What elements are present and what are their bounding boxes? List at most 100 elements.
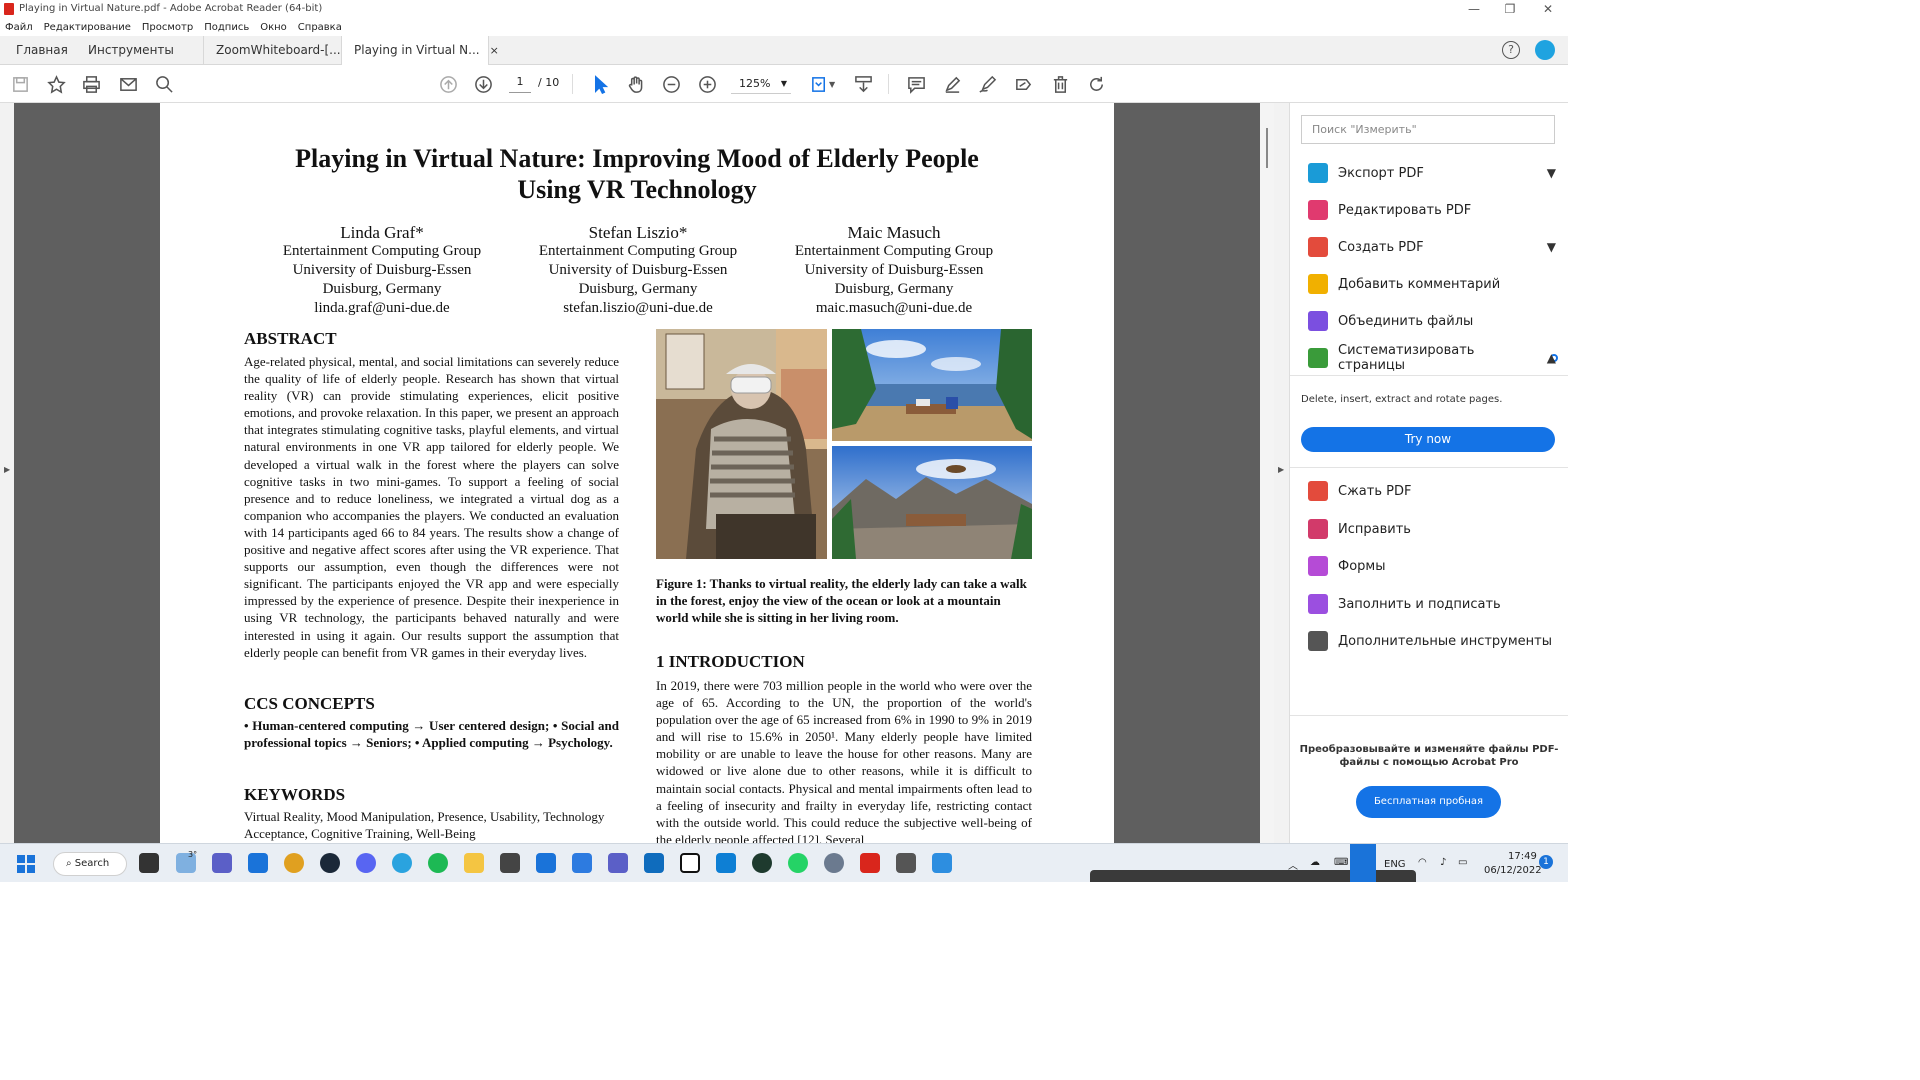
tools-search-input[interactable]: Поиск "Измерить" — [1301, 115, 1555, 144]
more-tools-item[interactable]: Дополнительные инструменты — [1308, 626, 1558, 656]
chevron-up-icon[interactable]: ▲ — [1547, 351, 1556, 365]
volume-icon[interactable]: ♪ — [1440, 857, 1446, 868]
author-email[interactable]: linda.graf@uni-due.de — [252, 299, 512, 318]
tab-playing-in-virtual-nature[interactable]: Playing in Virtual N... × — [341, 36, 499, 66]
language-indicator[interactable]: ENG — [1384, 859, 1406, 870]
microphone-icon[interactable] — [1350, 844, 1376, 882]
acrobat-taskbar-icon[interactable] — [860, 853, 880, 873]
tab-home[interactable]: Главная — [4, 36, 80, 65]
account-avatar[interactable] — [1535, 40, 1555, 60]
try-now-button[interactable]: Try now — [1301, 427, 1555, 452]
keywords-heading: KEYWORDS — [244, 785, 346, 804]
add-comment-item[interactable]: Добавить комментарий — [1308, 269, 1558, 299]
tab-zoomwhiteboard[interactable]: ZoomWhiteboard-[... — [203, 36, 341, 65]
spotify-icon[interactable] — [428, 853, 448, 873]
settings-gear-icon[interactable] — [824, 853, 844, 873]
chevron-down-icon[interactable]: ▼ — [1547, 166, 1556, 180]
highlight-pen-icon[interactable] — [941, 73, 963, 95]
forms-item[interactable]: Формы — [1308, 551, 1558, 581]
rotate-icon[interactable] — [1085, 73, 1107, 95]
notification-badge[interactable]: 1 — [1539, 855, 1553, 869]
fit-page-icon[interactable] — [808, 73, 830, 95]
windows-start-icon[interactable] — [17, 855, 35, 873]
keyboard-icon[interactable]: ⌨ — [1334, 857, 1348, 868]
fill-and-sign-item[interactable]: Заполнить и подписать — [1308, 589, 1558, 619]
app-icon[interactable] — [248, 853, 268, 873]
fit-dropdown-icon[interactable]: ▼ — [829, 80, 835, 89]
close-window-button[interactable]: ✕ — [1530, 0, 1566, 18]
save-icon[interactable] — [9, 73, 31, 95]
zoom-in-icon[interactable] — [696, 73, 718, 95]
file-explorer-icon[interactable] — [464, 853, 484, 873]
tray-app-icon[interactable]: ☁ — [1310, 857, 1320, 868]
print-icon[interactable] — [80, 73, 102, 95]
scrollbar-thumb[interactable] — [1266, 128, 1268, 168]
unity-hub-icon[interactable] — [896, 853, 916, 873]
discord-icon[interactable] — [356, 853, 376, 873]
menu-file[interactable]: Файл — [5, 22, 33, 33]
maximize-button[interactable]: ❐ — [1492, 0, 1528, 18]
author-email[interactable]: stefan.liszio@uni-due.de — [508, 299, 768, 318]
wifi-icon[interactable]: ◠ — [1418, 857, 1427, 868]
chrome-icon[interactable] — [284, 853, 304, 873]
menu-view[interactable]: Просмотр — [142, 22, 193, 33]
chat-icon[interactable] — [212, 853, 232, 873]
email-icon[interactable] — [117, 73, 139, 95]
task-view-icon[interactable] — [139, 853, 159, 873]
vertical-scrollbar[interactable] — [1260, 103, 1274, 843]
comment-icon[interactable] — [905, 73, 927, 95]
prev-page-icon[interactable] — [437, 73, 459, 95]
search-icon[interactable] — [153, 73, 175, 95]
taskbar-search[interactable]: ⌕ Search — [53, 852, 127, 876]
left-pane-toggle[interactable]: ▶ — [0, 103, 14, 843]
edit-pdf-icon — [1308, 200, 1328, 220]
create-pdf-item[interactable]: Создать PDF — [1308, 232, 1558, 262]
compress-pdf-item[interactable]: Сжать PDF — [1308, 476, 1558, 506]
menu-sign[interactable]: Подпись — [204, 22, 249, 33]
chevron-up-icon[interactable]: ︿ — [1288, 857, 1298, 872]
calendar-app-icon[interactable] — [536, 853, 556, 873]
telegram-icon[interactable] — [392, 853, 412, 873]
notion-icon[interactable] — [680, 853, 700, 873]
hand-tool-icon[interactable] — [624, 73, 646, 95]
todo-icon[interactable] — [572, 853, 592, 873]
page-number-input[interactable]: 1 — [509, 75, 531, 93]
unity-icon[interactable] — [500, 853, 520, 873]
chevron-down-icon[interactable]: ▼ — [1547, 240, 1556, 254]
right-pane-toggle[interactable]: ▶ — [1274, 103, 1290, 843]
scroll-mode-icon[interactable] — [852, 73, 874, 95]
tab-close-icon[interactable]: × — [490, 44, 499, 57]
menu-edit[interactable]: Редактирование — [44, 22, 131, 33]
bookmark-star-icon[interactable] — [45, 73, 67, 95]
whatsapp-icon[interactable] — [788, 853, 808, 873]
menu-window[interactable]: Окно — [260, 22, 287, 33]
free-trial-button[interactable]: Бесплатная пробная версия — [1356, 786, 1501, 839]
menu-help[interactable]: Справка — [298, 22, 342, 33]
photos-icon[interactable] — [932, 853, 952, 873]
export-pdf-item[interactable]: Экспорт PDF — [1308, 158, 1558, 188]
fix-item[interactable]: Исправить — [1308, 514, 1558, 544]
acrobat-logo-icon — [4, 3, 14, 15]
minimize-button[interactable]: — — [1456, 0, 1492, 18]
author-email[interactable]: maic.masuch@uni-due.de — [764, 299, 1024, 318]
gitkraken-icon[interactable] — [752, 853, 772, 873]
steam-icon[interactable] — [320, 853, 340, 873]
zoom-select[interactable]: 125% ▼ — [731, 74, 791, 94]
edit-pdf-item[interactable]: Редактировать PDF — [1308, 195, 1558, 225]
organize-pages-item[interactable]: Систематизировать страницы — [1308, 343, 1558, 373]
select-cursor-icon[interactable] — [589, 73, 611, 95]
next-page-icon[interactable] — [472, 73, 494, 95]
combine-files-item[interactable]: Объединить файлы — [1308, 306, 1558, 336]
battery-icon[interactable]: ▭ — [1458, 857, 1467, 868]
tab-tools[interactable]: Инструменты — [76, 36, 186, 65]
outlook-icon[interactable] — [644, 853, 664, 873]
draw-sign-icon[interactable] — [976, 73, 998, 95]
fill-sign-icon[interactable] — [1012, 73, 1034, 95]
delete-icon[interactable] — [1049, 73, 1071, 95]
zoom-out-icon[interactable] — [660, 73, 682, 95]
clock-date[interactable]: 06/12/2022 — [1484, 865, 1542, 876]
help-icon[interactable]: ? — [1502, 41, 1520, 59]
clock-time[interactable]: 17:49 — [1508, 851, 1537, 862]
vscode-icon[interactable] — [716, 853, 736, 873]
teams-icon[interactable] — [608, 853, 628, 873]
